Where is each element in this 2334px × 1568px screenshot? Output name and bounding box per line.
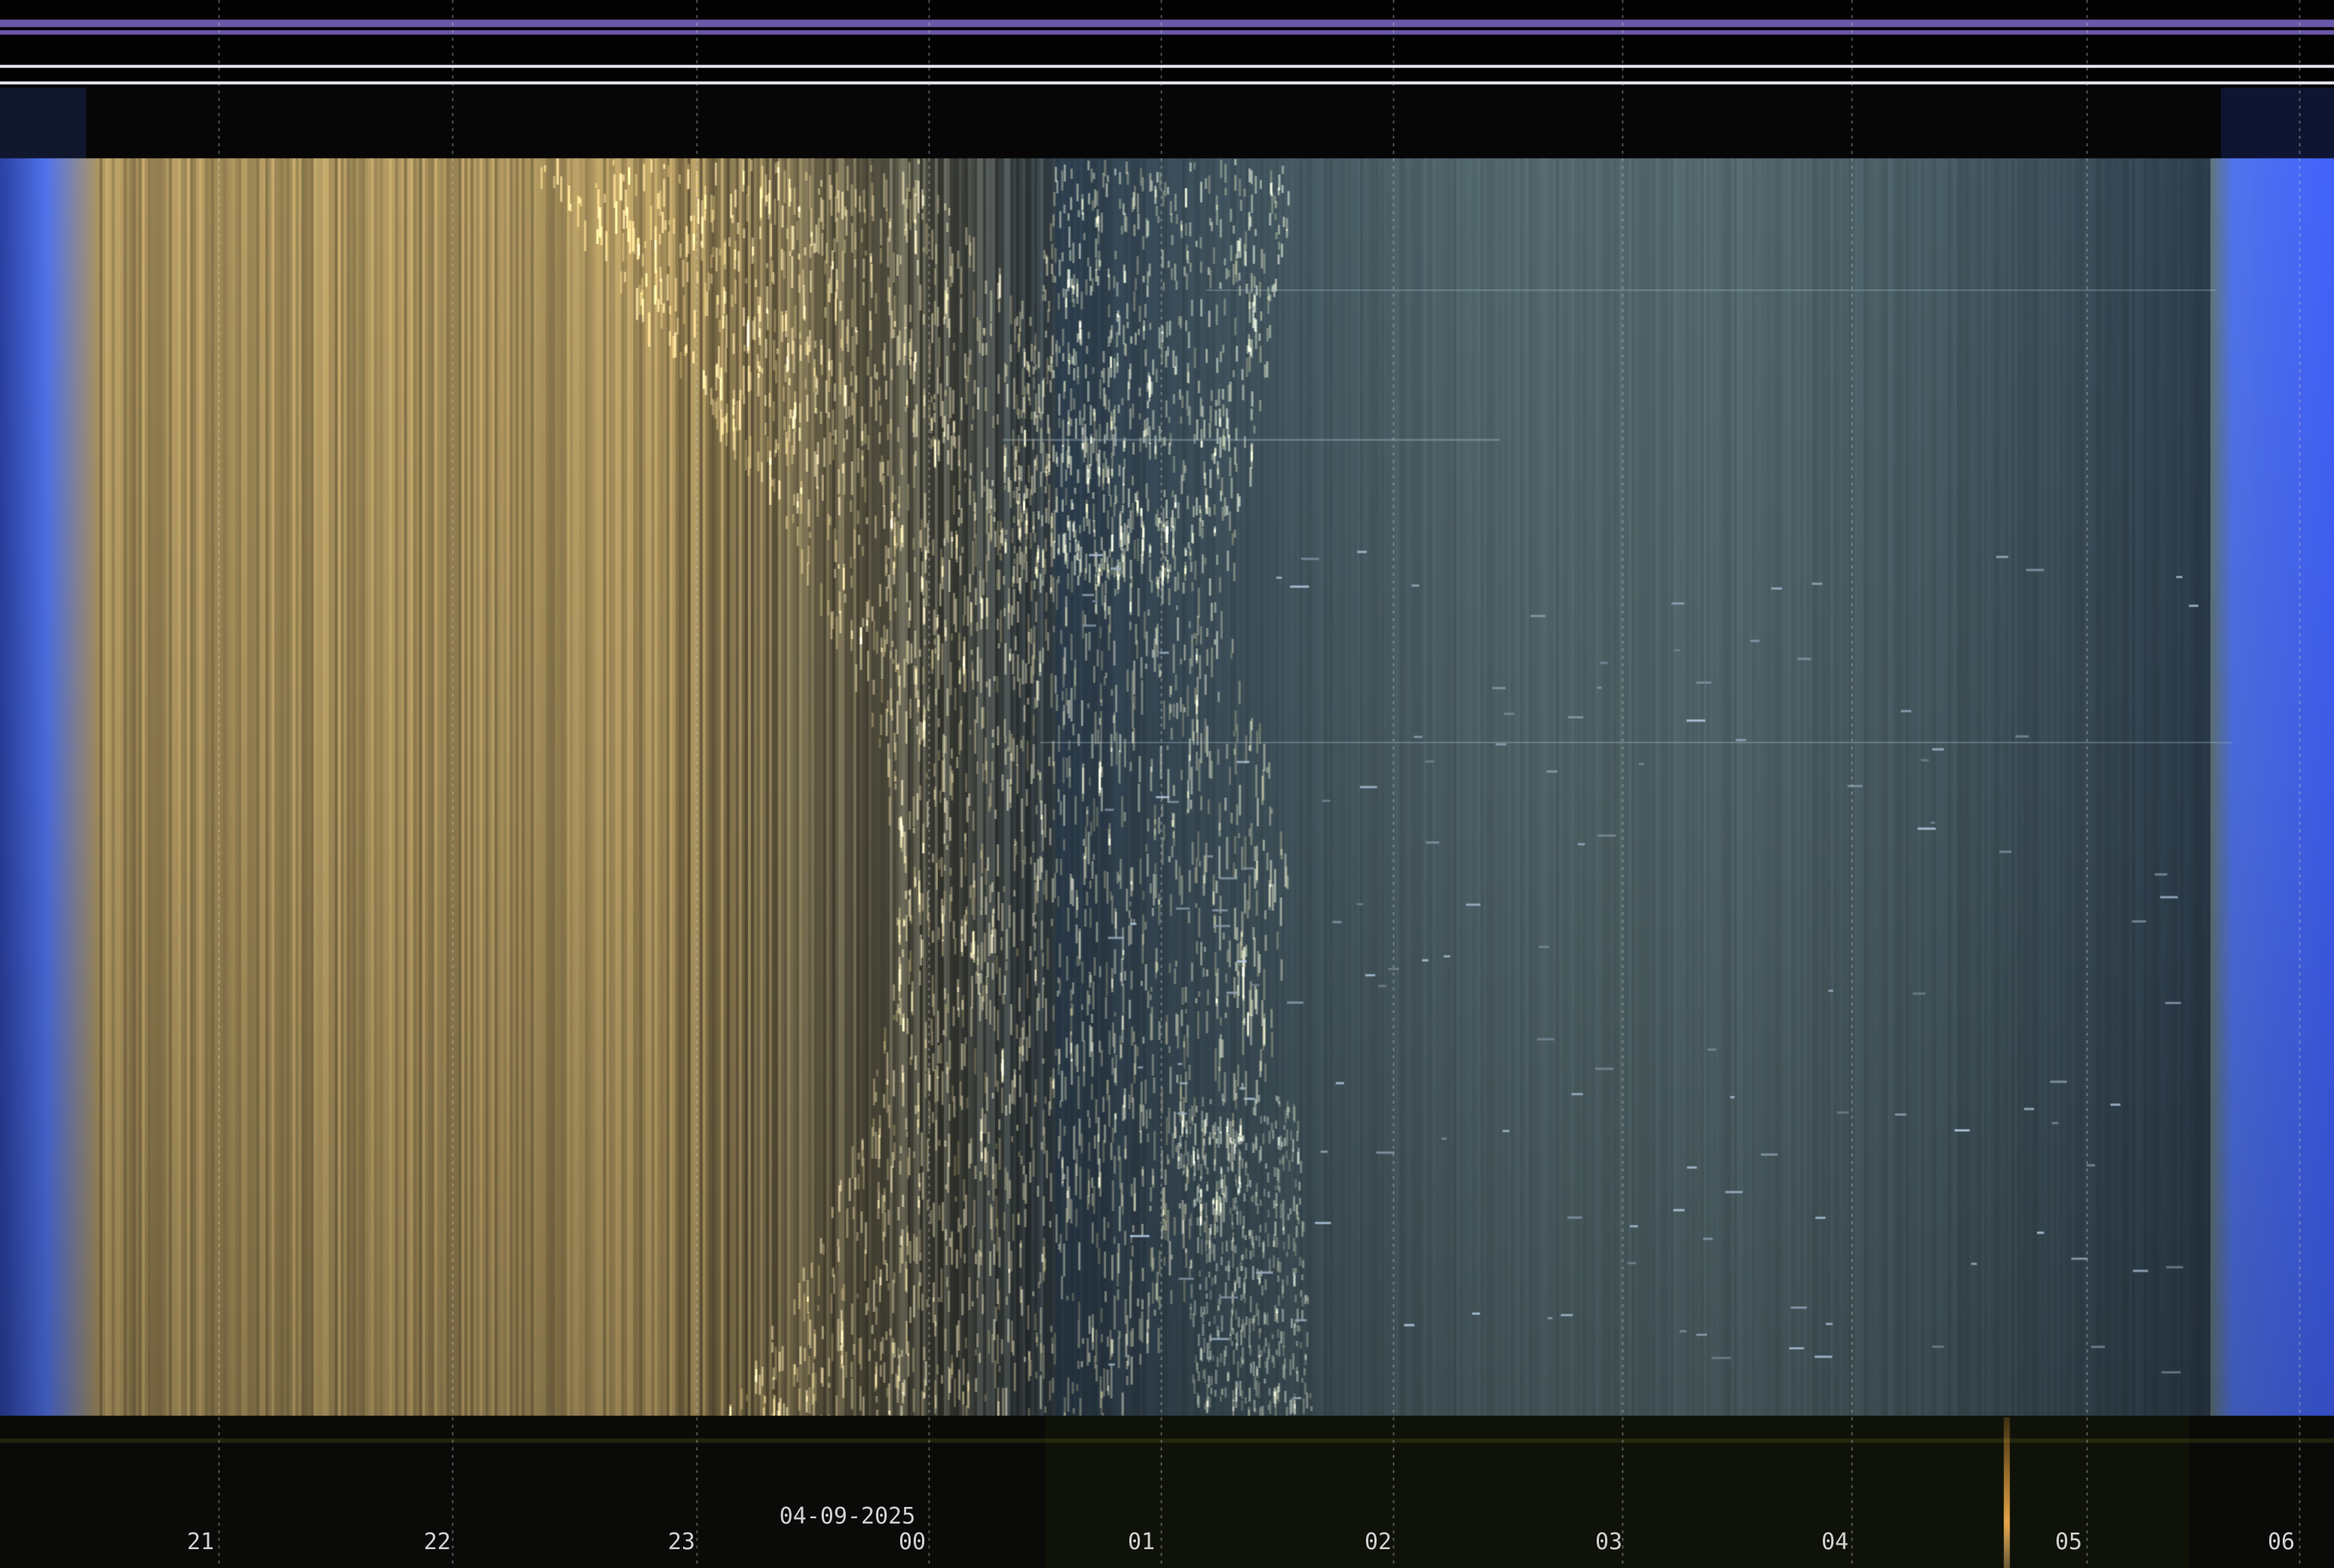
hour-label-23: 23 [667,1529,696,1555]
hour-label-22: 22 [423,1529,452,1555]
hour-label-01: 01 [1127,1529,1156,1555]
hour-label-03: 03 [1594,1529,1623,1555]
keogram-viewer: 04-09-2025 21 22 23 00 01 02 03 04 05 06 [0,0,2334,1568]
date-label: 04-09-2025 [779,1503,916,1530]
keogram-image [0,0,2334,1568]
hour-label-05: 05 [2054,1529,2083,1555]
hour-label-21: 21 [186,1529,215,1555]
hour-label-00: 00 [898,1529,927,1555]
hour-label-06: 06 [2267,1529,2296,1555]
hour-label-04: 04 [1821,1529,1849,1555]
hour-label-02: 02 [1364,1529,1392,1555]
